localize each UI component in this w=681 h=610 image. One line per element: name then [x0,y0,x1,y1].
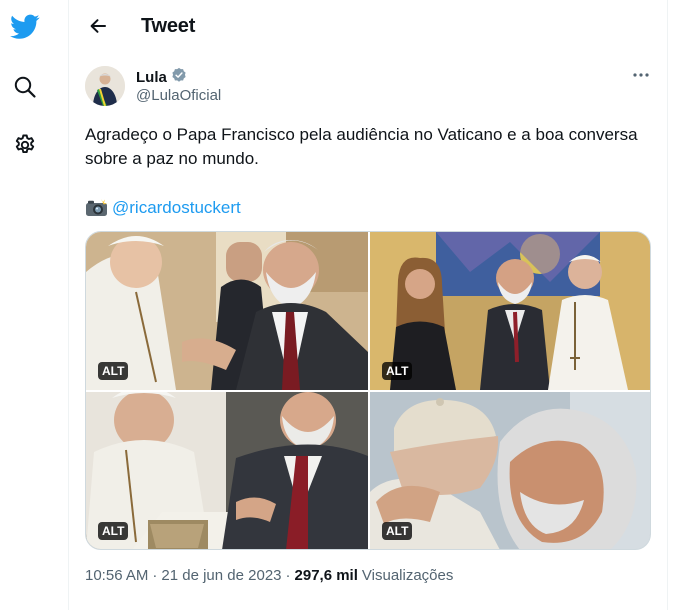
tweet-photo-2[interactable]: ALT [370,232,650,390]
page-title: Tweet [141,15,196,37]
tweet-photo-3[interactable]: ALT [86,392,368,549]
tweet-author: Lula @LulaOficial [85,64,665,108]
media-grid: ALT ALT ALT ALT [85,231,651,550]
alt-badge[interactable]: ALT [98,522,129,540]
alt-badge[interactable]: ALT [98,362,129,380]
tweet-photo-1[interactable]: ALT [86,232,368,390]
author-name[interactable]: Lula [136,67,187,87]
tweet-text: Agradeço o Papa Francisco pela audiência… [85,123,660,171]
back-arrow-icon[interactable] [84,12,112,40]
meta-separator: · [152,567,158,584]
tweet-time[interactable]: 10:56 AM [85,567,148,584]
tweet-body: Agradeço o Papa Francisco pela audiência… [85,125,643,168]
meta-separator: · [285,567,291,584]
search-icon[interactable] [8,70,42,104]
alt-badge[interactable]: ALT [382,362,413,380]
verified-badge-icon [171,67,187,87]
left-nav-rail [0,0,69,610]
avatar[interactable] [85,66,125,106]
alt-badge[interactable]: ALT [382,522,413,540]
more-options-icon[interactable] [626,63,656,87]
views-label: Visualizações [361,567,454,584]
tweet-date[interactable]: 21 de jun de 2023 [161,567,281,584]
column-divider [667,0,668,610]
tweet-photo-4[interactable]: ALT [370,392,650,549]
page-header: Tweet [70,0,667,53]
settings-icon[interactable] [8,128,42,162]
views-count: 297,6 mil [294,567,358,584]
tweet-meta: 10:56 AM · 21 de jun de 2023 · 297,6 mil… [85,567,453,584]
camera-with-flash-icon [85,198,108,218]
mention-link[interactable]: @ricardostuckert [112,196,241,220]
author-handle[interactable]: @LulaOficial [136,87,221,104]
photo-credit: @ricardostuckert [85,196,241,220]
author-name-text: Lula [136,68,167,86]
twitter-bird-icon[interactable] [8,10,42,44]
